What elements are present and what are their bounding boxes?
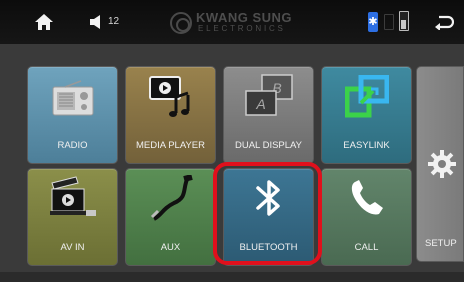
home-icon[interactable] <box>34 12 54 32</box>
radio-label: RADIO <box>57 140 88 151</box>
easylink-icon <box>345 75 389 118</box>
volume-level: 12 <box>108 16 120 27</box>
radio-icon <box>52 80 94 116</box>
dual-letter-front: A <box>255 96 265 112</box>
status-bar: 12 KWANG SUNG ELECTRONICS ✱ <box>0 0 464 44</box>
brand-name: KWANG SUNG <box>196 10 292 25</box>
media-player-label: MEDIA PLAYER <box>136 140 205 151</box>
setup-label: SETUP <box>425 238 457 249</box>
gear-icon <box>428 150 456 178</box>
aux-cable-icon <box>150 175 193 221</box>
dual-display-icon: B A <box>245 74 293 116</box>
bottom-band <box>0 272 464 282</box>
head-unit-screen: 12 KWANG SUNG ELECTRONICS ✱ RADIO MEDIA … <box>0 0 464 282</box>
av-in-button[interactable]: AV IN <box>27 168 118 266</box>
call-button[interactable]: CALL <box>321 168 412 266</box>
av-in-label: AV IN <box>60 242 85 253</box>
back-arrow-icon[interactable] <box>434 14 454 30</box>
sd-card-status-icon <box>399 11 409 31</box>
brand-subtitle: ELECTRONICS <box>198 24 286 33</box>
media-player-button[interactable]: MEDIA PLAYER <box>125 66 216 164</box>
bluetooth-highlight-outline <box>213 162 322 265</box>
bluetooth-status-icon: ✱ <box>368 12 378 32</box>
dual-display-button[interactable]: B A DUAL DISPLAY <box>223 66 314 164</box>
app-grid: RADIO MEDIA PLAYER B A DUAL DISPLAY EASY… <box>8 57 412 270</box>
media-player-icon <box>149 76 190 117</box>
radio-button[interactable]: RADIO <box>27 66 118 164</box>
easylink-label: EASYLINK <box>343 140 390 151</box>
dual-display-label: DUAL DISPLAY <box>234 140 303 151</box>
aux-button[interactable]: AUX <box>125 168 216 266</box>
usb-status-icon <box>384 14 394 30</box>
phone-icon <box>351 180 383 215</box>
speaker-icon[interactable] <box>88 14 106 30</box>
aux-label: AUX <box>160 242 181 253</box>
setup-button[interactable]: SETUP <box>416 66 464 262</box>
brand-logo-icon <box>170 12 192 34</box>
call-label: CALL <box>354 242 379 253</box>
easylink-button[interactable]: EASYLINK <box>321 66 412 164</box>
av-in-icon <box>50 176 96 216</box>
